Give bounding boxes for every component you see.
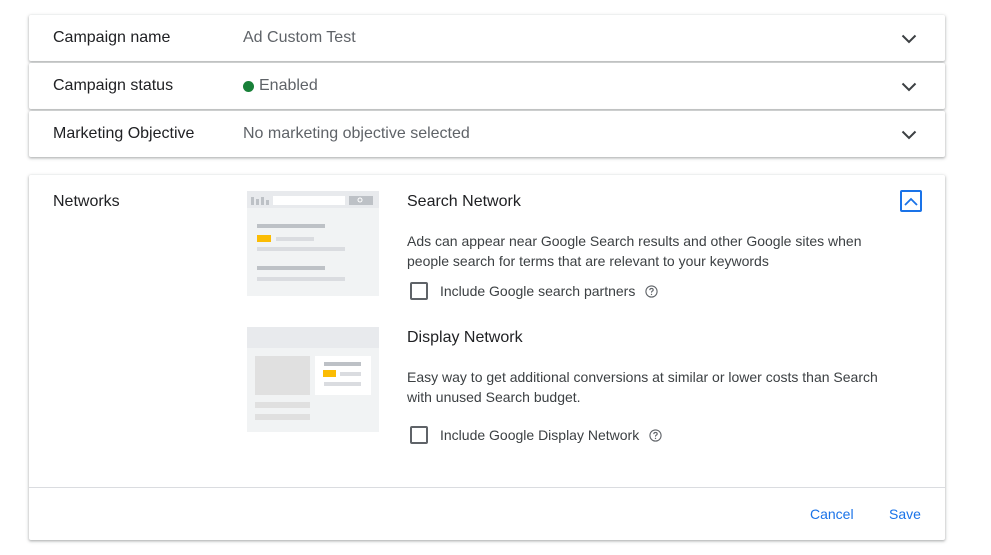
cancel-button[interactable]: Cancel (810, 506, 854, 522)
help-icon[interactable] (645, 284, 658, 298)
campaign-status-text: Enabled (259, 77, 318, 94)
campaign-status-value: Enabled (243, 63, 318, 109)
display-network-label[interactable]: Include Google Display Network (440, 427, 639, 443)
chevron-up-icon[interactable] (900, 190, 922, 212)
search-partners-label[interactable]: Include Google search partners (440, 283, 635, 299)
display-network-option[interactable]: Include Google Display Network (410, 426, 662, 444)
marketing-objective-label: Marketing Objective (53, 125, 195, 142)
display-network-description: Easy way to get additional conversions a… (407, 369, 878, 405)
search-network-title: Search Network (407, 193, 521, 210)
footer-divider (29, 487, 945, 488)
save-button[interactable]: Save (889, 506, 921, 522)
display-network-checkbox[interactable] (410, 426, 428, 444)
campaign-status-row[interactable]: Campaign status Enabled (29, 63, 945, 109)
enabled-status-dot (243, 80, 254, 92)
chevron-down-icon[interactable] (897, 27, 921, 51)
search-partners-option[interactable]: Include Google search partners (410, 282, 658, 300)
display-network-illustration-icon (247, 327, 379, 432)
campaign-name-row[interactable]: Campaign name Ad Custom Test (29, 15, 945, 61)
campaign-name-label: Campaign name (53, 29, 171, 46)
chevron-down-icon[interactable] (897, 75, 921, 99)
chevron-down-icon[interactable] (897, 123, 921, 147)
marketing-objective-row[interactable]: Marketing Objective No marketing objecti… (29, 111, 945, 157)
display-network-title: Display Network (407, 329, 523, 346)
campaign-status-label: Campaign status (53, 77, 174, 94)
marketing-objective-value: No marketing objective selected (243, 125, 470, 142)
search-network-illustration-icon (247, 191, 379, 296)
networks-label: Networks (53, 193, 120, 210)
search-partners-checkbox[interactable] (410, 282, 428, 300)
search-network-description: Ads can appear near Google Search result… (407, 233, 862, 269)
help-icon[interactable] (649, 428, 662, 442)
networks-panel: Networks Search Network Ads can appear n… (29, 175, 945, 540)
campaign-name-value: Ad Custom Test (243, 29, 356, 46)
